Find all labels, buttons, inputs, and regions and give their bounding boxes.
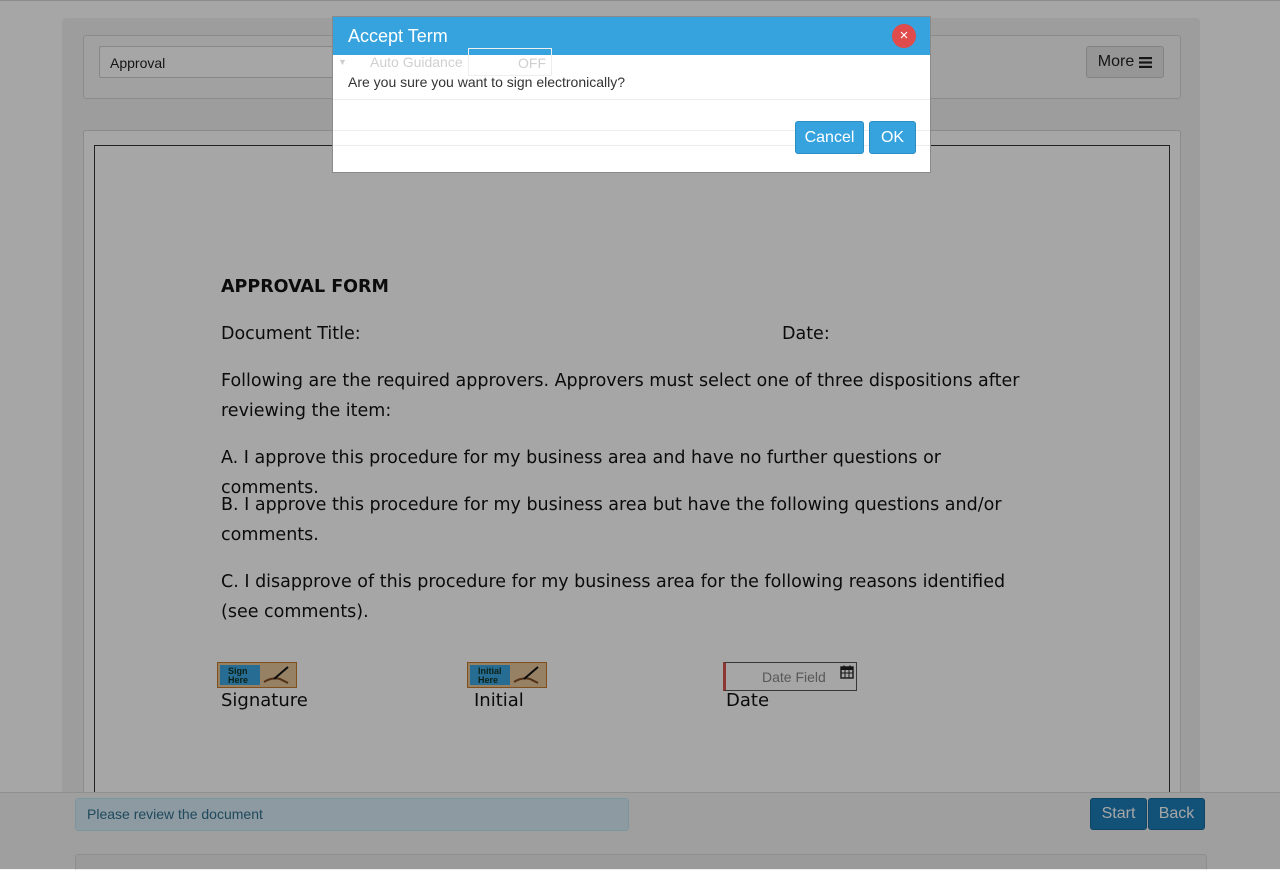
ghost-auto-guidance-label: Auto Guidance xyxy=(370,54,463,70)
close-icon[interactable]: × xyxy=(892,24,916,48)
dialog-header: Accept Term × xyxy=(333,17,930,55)
dialog-message: Are you sure you want to sign electronic… xyxy=(348,74,626,90)
ok-button[interactable]: OK xyxy=(869,121,916,154)
cancel-button[interactable]: Cancel xyxy=(795,121,864,154)
accept-term-dialog: Accept Term × ▼ Auto Guidance OFF Are yo… xyxy=(332,16,931,173)
page: Approval ▼ Auto Guidance OFF More APPROV… xyxy=(0,0,1280,870)
chevron-down-icon: ▼ xyxy=(338,57,347,67)
ghost-toggle-state: OFF xyxy=(518,55,546,71)
dialog-title: Accept Term xyxy=(348,26,448,46)
dialog-divider xyxy=(333,99,930,100)
